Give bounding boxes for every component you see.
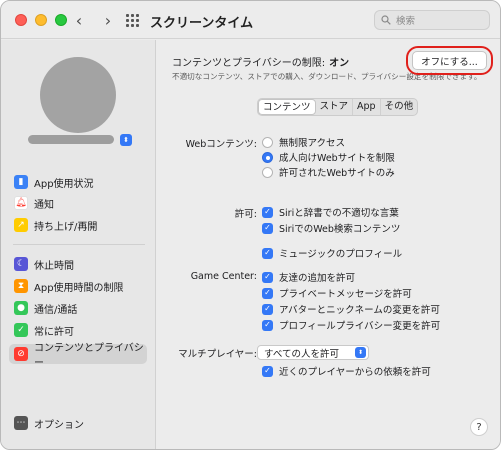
checkbox-checked-icon[interactable]: ✓ [262, 303, 273, 315]
sidebar-item-pickups[interactable]: ↗ 持ち上げ/再開 [9, 215, 147, 235]
highlight-ring [406, 46, 493, 75]
help-button[interactable]: ? [470, 418, 488, 436]
search-field[interactable]: 検索 [374, 10, 490, 30]
tab-segmented-control: コンテンツ ストア App その他 [257, 98, 419, 116]
contacts-icon: ● [14, 301, 28, 315]
checkbox-checked-icon[interactable]: ✓ [262, 365, 273, 377]
sidebar: ⬍ ▮ App使用状況 🔔︎ 通知 ↗ 持ち上げ/再開 ☾ 休止時間 ⧗ App… [1, 40, 156, 449]
multiplayer-value: すべての人を許可 [264, 348, 339, 360]
search-icon [381, 15, 391, 25]
multiplayer-popup[interactable]: すべての人を許可 ⬍ [257, 345, 369, 360]
gc-private-messages[interactable]: ✓ プライベートメッセージを許可 [262, 286, 412, 300]
option-label: 成人向けWebサイトを制限 [279, 153, 395, 164]
option-label: SiriでのWeb検索コンテンツ [279, 224, 401, 235]
sidebar-item-content-privacy[interactable]: ⊘ コンテンツとプライバシー [9, 343, 147, 369]
sidebar-item-label: 常に許可 [34, 326, 74, 338]
checkbox-checked-icon[interactable]: ✓ [262, 222, 273, 234]
chevron-updown-icon: ⬍ [355, 347, 366, 358]
sidebar-item-label: App使用状況 [34, 178, 94, 190]
game-center-label: Game Center: [190, 271, 257, 282]
allow-nearby-players[interactable]: ✓ 近くのプレイヤーからの依頼を許可 [262, 364, 431, 378]
allow-music-profile[interactable]: ✓ ミュージックのプロフィール [262, 246, 402, 260]
sidebar-item-label: 持ち上げ/再開 [34, 221, 98, 233]
web-content-label: Webコンテンツ: [185, 139, 257, 150]
content-pane: コンテンツとプライバシーの制限: オン 不適切なコンテンツ、ストアでの購入、ダウン… [157, 40, 500, 449]
checkbox-checked-icon[interactable]: ✓ [262, 247, 273, 259]
sidebar-item-communication[interactable]: ● 通信/通話 [9, 298, 147, 318]
allow-label: 許可: [234, 209, 257, 220]
web-option-limit-adult[interactable]: 成人向けWebサイトを制限 [262, 150, 395, 164]
bar-chart-icon: ▮ [14, 175, 28, 189]
option-label: 近くのプレイヤーからの依頼を許可 [279, 367, 431, 378]
tab-content[interactable]: コンテンツ [258, 99, 316, 115]
user-selector-button[interactable]: ⬍ [120, 134, 132, 146]
minimize-window-button[interactable] [35, 14, 47, 26]
sidebar-item-label: コンテンツとプライバシー [34, 343, 144, 369]
web-option-unrestricted[interactable]: 無制限アクセス [262, 135, 345, 149]
window-title: スクリーンタイム [150, 16, 254, 31]
allow-siri-web-search[interactable]: ✓ SiriでのWeb検索コンテンツ [262, 221, 400, 235]
allow-siri-dictionary[interactable]: ✓ Siriと辞書での不適切な言葉 [262, 205, 399, 219]
no-entry-icon: ⊘ [14, 347, 28, 361]
option-label: アバターとニックネームの変更を許可 [279, 305, 440, 316]
option-label: 許可されたWebサイトのみ [279, 168, 395, 179]
option-label: プライベートメッセージを許可 [279, 289, 412, 300]
sidebar-item-label: App使用時間の制限 [34, 282, 124, 294]
moon-icon: ☾ [14, 257, 28, 271]
sidebar-item-label: 休止時間 [34, 260, 74, 272]
tab-other[interactable]: その他 [381, 99, 418, 115]
option-label: プロフィールプライバシー変更を許可 [279, 321, 441, 332]
sidebar-item-options[interactable]: ⋯ オプション [9, 413, 147, 433]
tab-app[interactable]: App [353, 99, 381, 115]
bell-icon: 🔔︎ [14, 196, 28, 210]
gc-profile-privacy[interactable]: ✓ プロフィールプライバシー変更を許可 [262, 318, 440, 332]
checkbox-checked-icon[interactable]: ✓ [262, 206, 273, 218]
option-label: ミュージックのプロフィール [279, 249, 403, 260]
sidebar-item-notifications[interactable]: 🔔︎ 通知 [9, 193, 147, 213]
sidebar-item-downtime[interactable]: ☾ 休止時間 [9, 254, 147, 274]
radio-button[interactable] [262, 166, 273, 178]
hourglass-icon: ⧗ [14, 279, 28, 293]
pickup-icon: ↗ [14, 218, 28, 232]
sidebar-item-label: 通知 [34, 199, 54, 211]
radio-button[interactable] [262, 151, 273, 163]
gc-avatar-nickname[interactable]: ✓ アバターとニックネームの変更を許可 [262, 302, 440, 316]
zoom-window-button[interactable] [55, 14, 67, 26]
sidebar-item-label: オプション [34, 419, 84, 431]
close-window-button[interactable] [15, 14, 27, 26]
title-bar: ‹ › スクリーンタイム 検索 [1, 1, 500, 39]
settings-window: ‹ › スクリーンタイム 検索 ⬍ ▮ App使用状況 🔔︎ 通知 ↗ 持ち上げ… [0, 0, 501, 450]
search-placeholder: 検索 [396, 16, 416, 27]
sidebar-divider [13, 244, 145, 245]
checkbox-checked-icon[interactable]: ✓ [262, 271, 273, 283]
option-label: 無制限アクセス [279, 138, 346, 149]
user-name-redacted [28, 135, 114, 144]
back-chevron-icon[interactable]: ‹ [68, 10, 90, 30]
check-shield-icon: ✓ [14, 323, 28, 337]
ellipsis-icon: ⋯ [14, 416, 28, 430]
sidebar-item-app-usage[interactable]: ▮ App使用状況 [9, 172, 147, 192]
restrictions-state: オン [329, 58, 350, 69]
gc-add-friends[interactable]: ✓ 友達の追加を許可 [262, 270, 355, 284]
forward-chevron-icon[interactable]: › [97, 10, 119, 30]
checkbox-checked-icon[interactable]: ✓ [262, 319, 273, 331]
show-all-grid-icon[interactable] [126, 14, 140, 27]
option-label: Siriと辞書での不適切な言葉 [279, 208, 399, 219]
multiplayer-label: マルチプレイヤー: [178, 349, 257, 360]
radio-button[interactable] [262, 136, 273, 148]
user-avatar [40, 57, 116, 133]
checkbox-checked-icon[interactable]: ✓ [262, 287, 273, 299]
sidebar-item-label: 通信/通話 [34, 304, 78, 316]
tab-store[interactable]: ストア [316, 99, 354, 115]
sidebar-item-app-limits[interactable]: ⧗ App使用時間の制限 [9, 276, 147, 296]
sidebar-item-always-allowed[interactable]: ✓ 常に許可 [9, 320, 147, 340]
restrictions-header: コンテンツとプライバシーの制限: オン [172, 54, 349, 69]
web-option-allowed-only[interactable]: 許可されたWebサイトのみ [262, 165, 395, 179]
option-label: 友達の追加を許可 [279, 273, 356, 284]
restrictions-label: コンテンツとプライバシーの制限: [172, 58, 326, 69]
